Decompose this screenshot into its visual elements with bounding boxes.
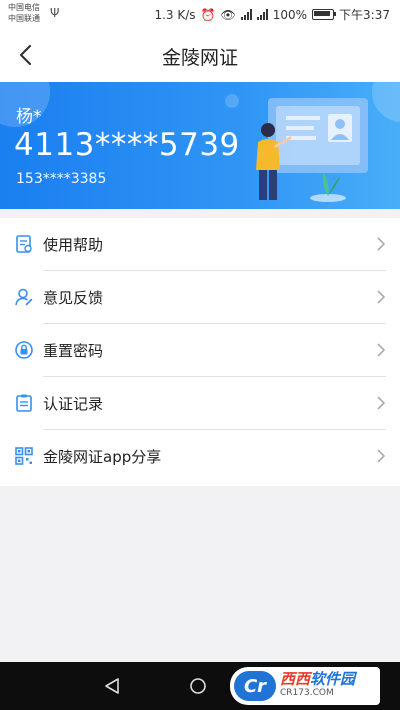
help-doc-icon <box>16 235 32 253</box>
eye-icon: 👁 <box>220 7 236 22</box>
system-home-icon[interactable] <box>188 676 208 696</box>
phone-number: 153****3385 <box>16 171 107 187</box>
battery-icon <box>312 9 337 20</box>
menu-item-help[interactable]: 使用帮助 <box>0 218 400 271</box>
battery-percent: 100% <box>272 7 308 22</box>
watermark: Cr 西西软件园 CR173.COM <box>230 667 380 705</box>
qr-code-icon <box>15 447 33 465</box>
watermark-title: 西西软件园 <box>280 672 355 687</box>
alarm-icon: ⏰ <box>200 7 216 22</box>
menu-item-label: 意见反馈 <box>43 289 104 307</box>
menu-list: 使用帮助 意见反馈 重置密码 认证记录 金陵网证app分享 <box>0 218 400 486</box>
carrier-info: 中国电信 中国联通 <box>8 2 40 24</box>
nav-bar: 金陵网证 <box>0 28 400 82</box>
system-back-icon[interactable] <box>102 676 122 696</box>
user-name: 杨* <box>16 107 42 127</box>
watermark-url: CR173.COM <box>280 688 334 698</box>
record-list-icon <box>16 394 32 412</box>
chevron-right-icon <box>377 396 386 410</box>
carrier-2: 中国联通 <box>8 14 40 23</box>
usb-icon: Ψ <box>50 6 60 20</box>
menu-item-feedback[interactable]: 意见反馈 <box>0 271 400 324</box>
watermark-logo: Cr <box>234 671 276 701</box>
watermark-text: 西西软件园 CR173.COM <box>280 672 355 700</box>
menu-item-label: 使用帮助 <box>43 236 104 254</box>
signal-icon-2 <box>256 9 268 20</box>
profile-banner: 杨* 4113****5739 153****3385 <box>0 82 400 209</box>
status-bar: 中国电信 中国联通 Ψ 1.3 K/s ⏰ 👁 100% 下午3:37 <box>0 0 400 28</box>
menu-item-label: 重置密码 <box>43 342 104 360</box>
reset-lock-icon <box>15 341 33 359</box>
page-title: 金陵网证 <box>161 47 238 69</box>
signal-icon <box>240 9 252 20</box>
chevron-right-icon <box>377 343 386 357</box>
clock: 下午3:37 <box>339 8 390 22</box>
menu-item-share-app[interactable]: 金陵网证app分享 <box>0 430 400 483</box>
menu-item-label: 金陵网证app分享 <box>43 448 162 466</box>
id-number: 4113****5739 <box>14 127 240 163</box>
menu-item-reset-password[interactable]: 重置密码 <box>0 324 400 377</box>
chevron-right-icon <box>377 237 386 251</box>
chevron-right-icon <box>377 290 386 304</box>
network-speed: 1.3 K/s <box>154 7 196 22</box>
status-right: 1.3 K/s ⏰ 👁 100% 下午3:37 <box>154 6 390 23</box>
menu-item-auth-records[interactable]: 认证记录 <box>0 377 400 430</box>
system-nav-bar: Cr 西西软件园 CR173.COM <box>0 662 400 710</box>
chevron-right-icon <box>377 449 386 463</box>
feedback-user-icon <box>15 288 33 306</box>
carrier-1: 中国电信 <box>8 3 40 12</box>
menu-item-label: 认证记录 <box>43 395 104 413</box>
id-card-illustration <box>256 98 368 202</box>
